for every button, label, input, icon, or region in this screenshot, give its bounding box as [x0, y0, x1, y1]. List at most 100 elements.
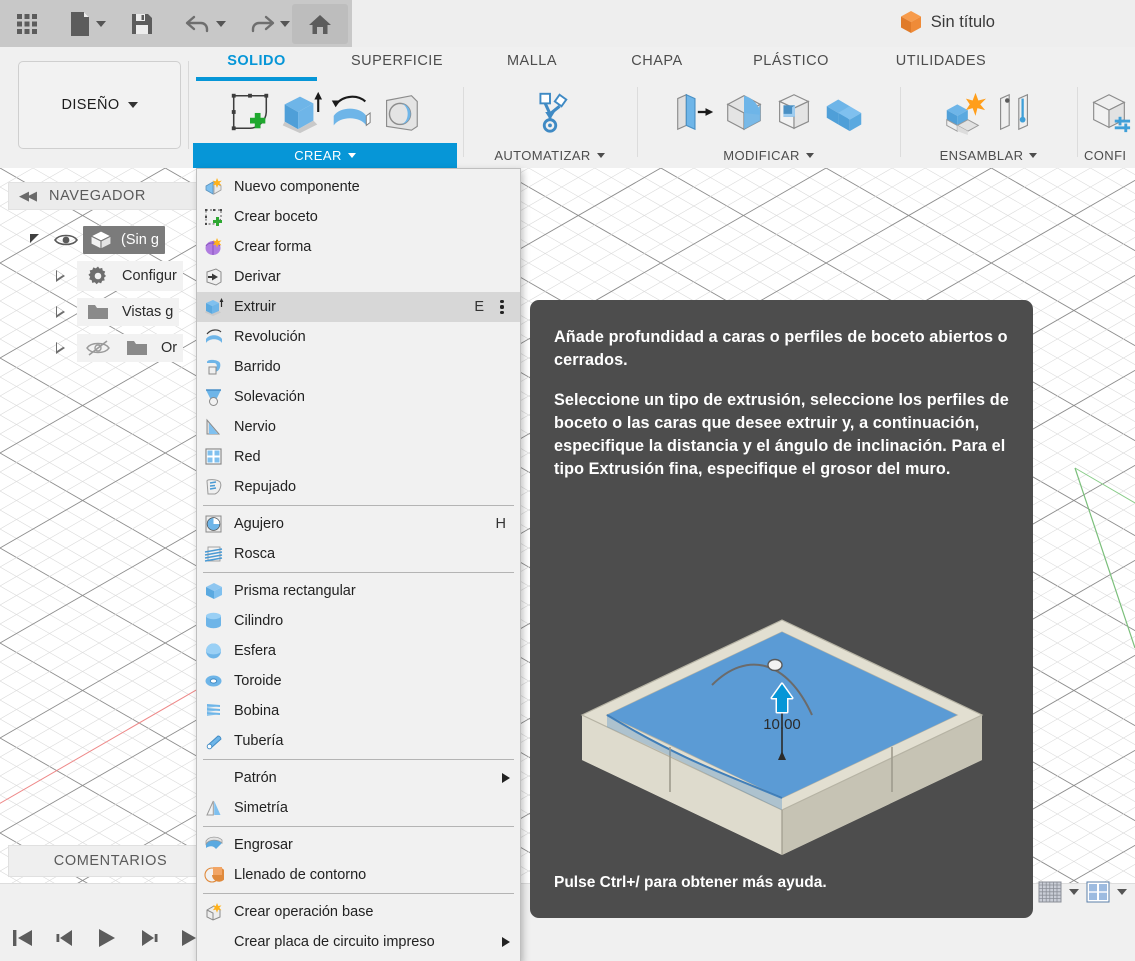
menu-item-agujero[interactable]: Agujero H: [197, 509, 520, 539]
chevron-down-icon[interactable]: [1029, 153, 1038, 158]
chevron-down-icon-b[interactable]: [1069, 889, 1079, 895]
menu-item-red[interactable]: Red: [197, 442, 520, 472]
fillet-icon[interactable]: [721, 89, 767, 135]
panel-crear-label[interactable]: CREAR: [193, 143, 457, 168]
chevron-down-icon-c[interactable]: [1117, 889, 1127, 895]
step-back-icon[interactable]: [52, 925, 78, 951]
comments-button[interactable]: COMENTARIOS: [8, 845, 213, 877]
visibility-toggle[interactable]: [49, 232, 83, 248]
menu-item-crear-placa-circuito-impreso[interactable]: Crear placa de circuito impreso: [197, 927, 520, 957]
tree-item-origen[interactable]: Or: [77, 334, 184, 362]
menu-item-crear-forma[interactable]: Crear forma: [197, 232, 520, 262]
save-button[interactable]: [122, 4, 162, 44]
chevron-down-icon[interactable]: [95, 21, 106, 27]
menu-item-barrido[interactable]: Barrido: [197, 352, 520, 382]
tab-malla[interactable]: MALLA: [471, 47, 593, 81]
tab-label: SOLIDO: [227, 53, 286, 69]
menu-item-derivar[interactable]: Derivar: [197, 262, 520, 292]
revolve-icon: [204, 327, 229, 347]
tree-row-vistas[interactable]: Vistas g: [8, 294, 218, 330]
menu-item-simetria[interactable]: Simetría: [197, 793, 520, 823]
collapsed-triangle-icon[interactable]: [56, 341, 65, 354]
menu-item-crear-boceto[interactable]: Crear boceto: [197, 202, 520, 232]
panel-configurar-label[interactable]: CONFI: [1082, 143, 1135, 168]
menu-item-prisma-rectangular[interactable]: Prisma rectangular: [197, 576, 520, 606]
menu-item-rosca[interactable]: Rosca: [197, 539, 520, 569]
menu-item-nuevo-componente[interactable]: Nuevo componente: [197, 172, 520, 202]
timeline-playback-controls[interactable]: [10, 925, 204, 951]
gear-icon: [83, 265, 113, 287]
configure-icon[interactable]: [1086, 89, 1132, 135]
chevron-down-icon[interactable]: [596, 153, 605, 158]
chevron-down-icon[interactable]: [127, 102, 138, 108]
menu-item-esfera[interactable]: Esfera: [197, 636, 520, 666]
chevron-down-icon[interactable]: [279, 21, 290, 27]
menu-item-solevacion[interactable]: Solevación: [197, 382, 520, 412]
menu-item-tuberia[interactable]: Tubería: [197, 726, 520, 756]
panel-modificar-label[interactable]: MODIFICAR: [642, 143, 895, 168]
eye-off-icon[interactable]: [83, 339, 113, 357]
viewport-layout-icon[interactable]: [1085, 879, 1111, 905]
submenu-arrow-icon[interactable]: [502, 773, 510, 783]
expanded-triangle-icon[interactable]: [30, 234, 39, 243]
menu-item-engrosar[interactable]: Engrosar: [197, 830, 520, 860]
redo-button[interactable]: [239, 4, 297, 44]
press-pull-icon[interactable]: [671, 89, 717, 135]
tree-row-origen[interactable]: Or: [8, 330, 218, 366]
tree-row-configuraciones[interactable]: Configur: [8, 258, 218, 294]
double-chevron-left-icon[interactable]: ◀◀: [19, 188, 37, 204]
home-button[interactable]: [292, 4, 348, 44]
panel-ensamblar-label[interactable]: ENSAMBLAR: [905, 143, 1072, 168]
tab-chapa[interactable]: CHAPA: [593, 47, 721, 81]
tree-row-root[interactable]: (Sin g: [8, 222, 218, 258]
tree-item-vistas[interactable]: Vistas g: [77, 298, 180, 326]
menu-item-bobina[interactable]: Bobina: [197, 696, 520, 726]
tab-superficie[interactable]: SUPERFICIE: [323, 47, 471, 81]
panel-automatizar-label[interactable]: AUTOMATIZAR: [468, 143, 631, 168]
tree-root-label-chip[interactable]: (Sin g: [83, 226, 165, 254]
chevron-down-icon[interactable]: [215, 21, 226, 27]
tree-item-configuraciones[interactable]: Configur: [77, 261, 183, 291]
collapsed-triangle-icon[interactable]: [56, 269, 65, 282]
menu-item-revolucion[interactable]: Revolución: [197, 322, 520, 352]
sweep-ribbon-icon[interactable]: [377, 89, 423, 135]
step-forward-icon[interactable]: [136, 925, 162, 951]
menu-item-repujado[interactable]: Repujado: [197, 472, 520, 502]
menu-item-extruir[interactable]: Extruir E: [197, 292, 520, 322]
menu-item-llenado-de-contorno[interactable]: Llenado de contorno: [197, 860, 520, 890]
menu-item-crear-operacion-base[interactable]: Crear operación base: [197, 897, 520, 927]
automate-icon[interactable]: [527, 89, 573, 135]
extrude-ribbon-icon[interactable]: [277, 89, 323, 135]
show-data-panel-button[interactable]: [6, 4, 48, 44]
display-settings-controls[interactable]: [1021, 879, 1127, 905]
skip-to-start-icon[interactable]: [10, 925, 36, 951]
workspace-selector[interactable]: DISEÑO: [18, 61, 181, 149]
menu-item-label: Crear boceto: [234, 209, 318, 225]
shell-icon[interactable]: [771, 89, 817, 135]
joint-icon[interactable]: [991, 89, 1037, 135]
combine-icon[interactable]: [821, 89, 867, 135]
submenu-arrow-icon[interactable]: [502, 937, 510, 947]
chevron-down-icon[interactable]: [347, 153, 356, 158]
menu-item-patron[interactable]: Patrón: [197, 763, 520, 793]
chevron-down-icon[interactable]: [805, 153, 814, 158]
collapsed-triangle-icon[interactable]: [56, 305, 65, 318]
tab-solido[interactable]: SOLIDO: [190, 47, 323, 81]
menu-item-nervio[interactable]: Nervio: [197, 412, 520, 442]
navigator-header[interactable]: ◀◀ NAVEGADOR: [8, 182, 213, 210]
undo-button[interactable]: [175, 4, 233, 44]
tab-plastico[interactable]: PLÁSTICO: [721, 47, 861, 81]
grid-settings-icon[interactable]: [1037, 879, 1063, 905]
panel-modificar: MODIFICAR: [642, 81, 895, 168]
menu-item-overflow-icon[interactable]: [494, 300, 510, 314]
file-menu-button[interactable]: [60, 4, 112, 44]
play-icon[interactable]: [94, 925, 120, 951]
menu-item-toroide[interactable]: Toroide: [197, 666, 520, 696]
redo-icon: [251, 15, 274, 33]
tab-utilidades[interactable]: UTILIDADES: [861, 47, 1021, 81]
create-sketch-icon[interactable]: [227, 89, 273, 135]
menu-item-cilindro[interactable]: Cilindro: [197, 606, 520, 636]
new-component-ribbon-icon[interactable]: [941, 89, 987, 135]
revolve-ribbon-icon[interactable]: [327, 89, 373, 135]
tree-item-label: Or: [161, 340, 178, 356]
